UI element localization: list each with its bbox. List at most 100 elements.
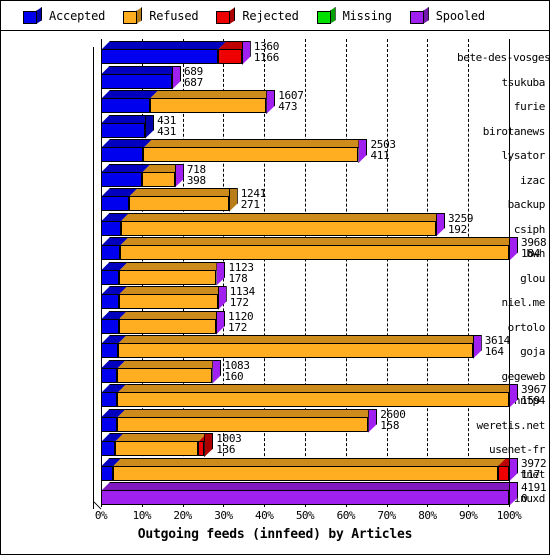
bar-value-labels: 1241 271: [241, 188, 267, 210]
bar-segment-accepted: [101, 245, 120, 260]
bar-value-labels: 3259 192: [447, 211, 474, 235]
y-axis-label-usenet-fr: usenet-fr: [488, 443, 545, 456]
bar-value-labels: 1123 178: [228, 260, 254, 285]
bar-row: lysator 2503 411: [1, 139, 549, 164]
bar-value-primary: 2600: [380, 407, 406, 421]
bar-segment-rejected: [217, 49, 242, 64]
bar-value-labels: 3972 117: [521, 458, 547, 480]
chart-title: Outgoing feeds (innfeed) by Articles: [137, 527, 413, 542]
bar-segment-accepted: [101, 441, 115, 456]
bar-value-primary: 1120: [228, 309, 254, 323]
legend-item-refused: Refused: [123, 7, 199, 24]
bar-segment-refused: [119, 269, 217, 285]
bar-value-secondary: 1166: [253, 51, 280, 64]
bar-value-labels: 2503 411: [370, 139, 396, 162]
bar-value-labels: 689 687: [184, 66, 203, 88]
y-axis-label-izac: izac: [520, 173, 545, 187]
x-tick-label: 20%: [173, 509, 192, 522]
y-axis-label-birotanews: birotanews: [482, 124, 546, 138]
y-axis-label-ortolo: ortolo: [507, 320, 546, 334]
bar-value-secondary: 473: [278, 100, 298, 113]
bar-segment-refused: [117, 367, 213, 383]
x-tick-label: 60%: [336, 509, 356, 522]
cube-icon: [316, 7, 336, 24]
bar-segment-refused: [149, 98, 267, 113]
bar-value-primary: 1123: [228, 260, 254, 274]
bar-value-primary: 1083: [224, 358, 250, 372]
bar-value-secondary: 411: [370, 149, 390, 162]
y-axis-label-gegeweb: gegeweb: [501, 369, 545, 383]
bar-segment-accepted: [101, 220, 121, 236]
bar-value-secondary: 0: [521, 492, 528, 505]
bar-segment-rejected: [497, 465, 509, 481]
bar-value-secondary: 160: [224, 369, 244, 383]
legend-item-missing: Missing: [316, 7, 392, 24]
bar-segment-accepted: [101, 392, 118, 407]
bar-segment-spooled: [216, 261, 226, 286]
y-axis-label-bete-des-vosges: bete-des-vosges: [457, 51, 550, 64]
y-axis-label-tsukuba: tsukuba: [501, 75, 545, 89]
bar-value-labels: 3614 164: [484, 335, 511, 358]
bar-row: linuxd 4191 0: [1, 482, 549, 507]
y-axis-label-lysator: lysator: [501, 149, 545, 162]
bar-row: ortolo 1120 172: [1, 309, 549, 336]
bar-segment-spooled: [241, 41, 251, 65]
bar-segment-accepted: [101, 465, 113, 481]
bar-segment-accepted: [101, 171, 143, 187]
bar-value-labels: 1083 160: [224, 358, 250, 383]
bar-value-labels: 4191 0: [521, 482, 547, 505]
bar-segment-spooled: [368, 408, 378, 433]
bar-segment-accepted: [101, 122, 146, 138]
bar-segment-spooled: [216, 310, 226, 335]
legend-item-label: Accepted: [49, 8, 106, 23]
bar-value-labels: 718 398: [187, 164, 206, 186]
bar-segment-spooled: [509, 237, 518, 261]
bar-row: birotanews 431 431: [1, 114, 549, 140]
bar-segment-spooled: [101, 490, 509, 505]
bar-value-labels: 2600 158: [380, 407, 406, 432]
bar-row: gegeweb 1083 160: [1, 358, 549, 385]
chart-plot-area: 0% 10% 20% 30% 40% 50% 60% 70% 80% 90% 100% bete-d…: [1, 31, 549, 554]
bar-value-primary: 689: [183, 64, 203, 78]
x-tick-label: 30%: [214, 509, 233, 522]
bar-segment-spooled: [509, 384, 518, 408]
bar-segment-refused: [143, 147, 359, 162]
bar-row: niel.me 1134 172: [1, 286, 549, 311]
legend-item-label: Spooled: [435, 8, 485, 23]
bar-value-primary: 3259: [447, 211, 474, 225]
cube-icon: [23, 7, 42, 24]
bar-segment-spooled: [509, 457, 518, 482]
bar-row: bwh 3968 184: [1, 237, 549, 262]
x-tick-label: 50%: [295, 509, 315, 522]
bar-value-secondary: 159: [521, 394, 540, 407]
bar-value-secondary: 178: [228, 271, 248, 285]
bar-segment-accepted: [101, 98, 150, 113]
bar-value-secondary: 158: [380, 418, 400, 432]
chart-screenshot: Accepted Refused Rejected Missing Spooled 0%…: [0, 0, 550, 555]
bar-segment-accepted: [101, 343, 118, 358]
bar-value-labels: 1134 172: [230, 286, 256, 308]
x-tick-label: 0%: [94, 509, 108, 522]
x-tick-label: 100%: [496, 509, 522, 522]
bar-segment-accepted: [101, 147, 144, 162]
y-axis-label-niel.me: niel.me: [501, 296, 545, 309]
bar-segment-accepted: [101, 416, 118, 432]
legend-item-label: Missing: [342, 8, 392, 23]
bar-segment-refused: [128, 196, 229, 211]
x-tick-label: 80%: [418, 509, 437, 522]
bar-value-labels: 431 431: [157, 115, 176, 137]
bar-depth-cap: [145, 114, 155, 139]
bar-row: tsukuba 689 687: [1, 65, 549, 91]
bar-row: weretis.net 2600 158: [1, 407, 549, 434]
bar-value-secondary: 687: [183, 75, 203, 89]
bar-value-secondary: 164: [484, 345, 504, 358]
bar-row: nntp4 3967 159: [1, 384, 549, 409]
bar-row: tnet 3972 117: [1, 457, 549, 483]
cube-icon: [409, 7, 429, 24]
x-tick-label: 70%: [377, 509, 396, 522]
bar-segment-spooled: [509, 482, 518, 506]
bar-segment-accepted: [101, 318, 119, 334]
bar-row: goja 3614 164: [1, 335, 549, 360]
cube-icon: [216, 7, 236, 24]
x-tick-label: 40%: [255, 509, 274, 522]
